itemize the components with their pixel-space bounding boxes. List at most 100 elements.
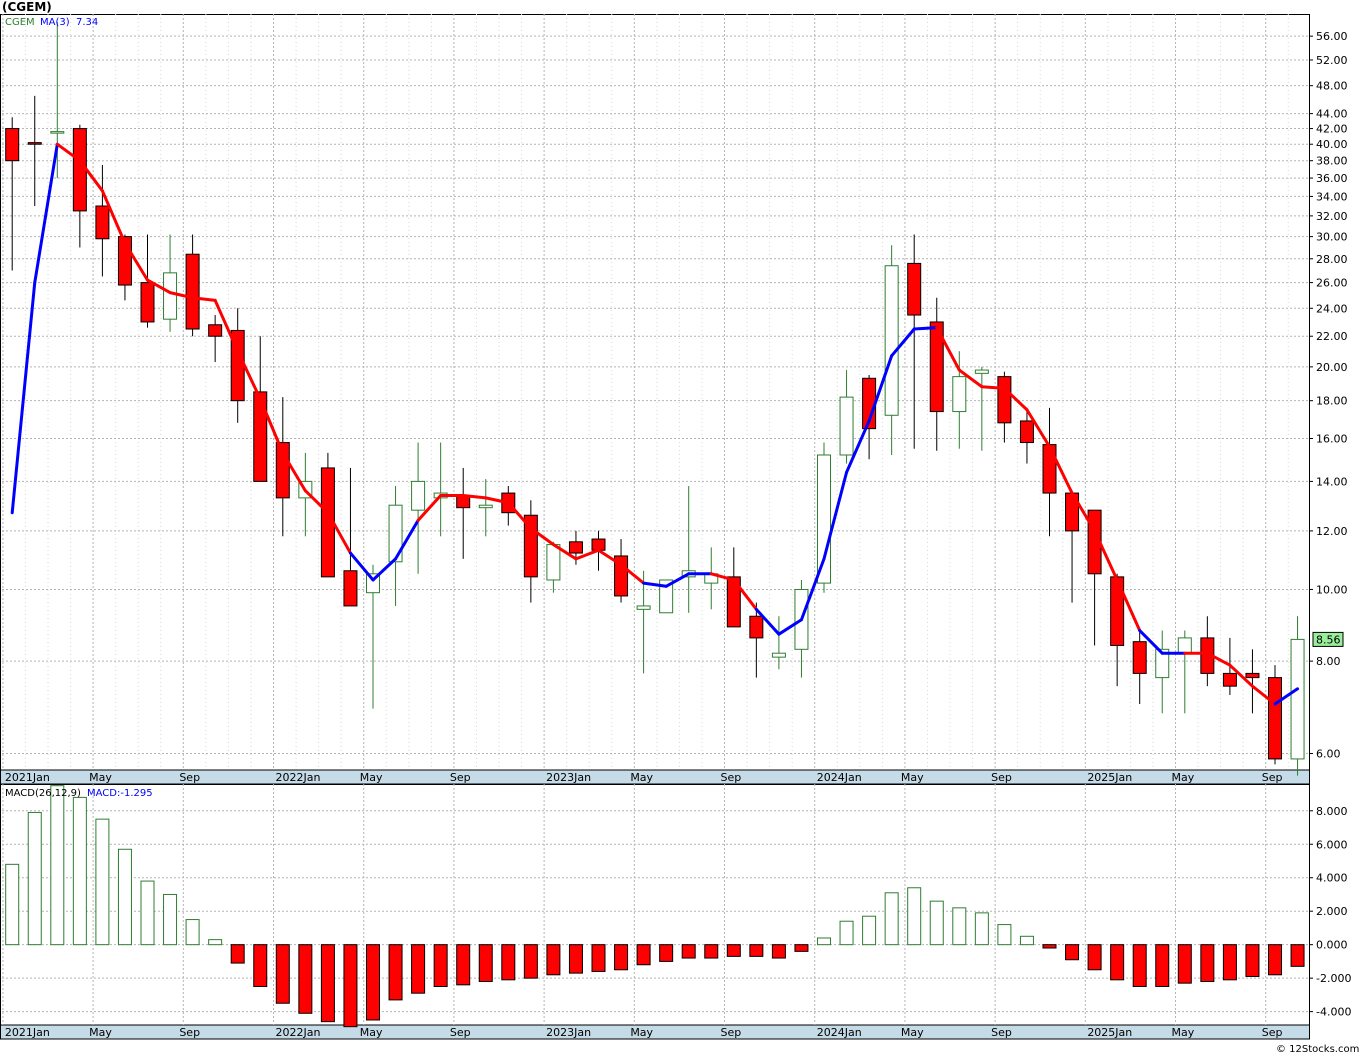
x-tick-label: Sep: [1262, 1026, 1283, 1039]
candle-body: [5, 128, 20, 162]
x-tick-label: May: [360, 771, 383, 784]
macd-bar: [523, 944, 538, 979]
x-tick-label: 2021Jan: [5, 771, 50, 784]
candle-body: [1132, 641, 1147, 674]
price-tick-label: 14.00: [1316, 475, 1348, 488]
stock-chart: 2021Jan 2021Jan May May Sep Sep 2022Jan 2022Jan…: [0, 0, 1360, 1056]
x-tick-label: May: [360, 1026, 383, 1039]
macd-bar: [1155, 944, 1170, 988]
x-tick-label: May: [1172, 1026, 1195, 1039]
macd-bar: [1042, 944, 1057, 949]
ma3-segment: [980, 385, 1006, 390]
macd-bar: [117, 848, 132, 946]
macd-legend-name: MACD(26,12,9): [5, 788, 81, 799]
ma3-segment: [912, 326, 939, 331]
candle-body: [546, 544, 561, 581]
candle-body: [636, 605, 651, 610]
candle-body: [343, 570, 358, 607]
macd-bar: [1245, 944, 1260, 977]
macd-bar: [1177, 944, 1192, 984]
macd-bar: [50, 785, 65, 946]
macd-tick-label: 4.000: [1316, 872, 1348, 885]
x-tick-label: Sep: [450, 771, 471, 784]
x-tick-label: 2025Jan: [1087, 1026, 1132, 1039]
macd-panel-frame: [0, 784, 1310, 1026]
macd-tick-label: 8.000: [1316, 805, 1348, 818]
macd-bar: [1222, 944, 1237, 981]
price-tick-label: 10.00: [1316, 583, 1348, 596]
price-tick-label: 8.00: [1316, 655, 1341, 668]
watermark: © 12Stocks.com: [1276, 1044, 1359, 1055]
x-tick-label: 2024Jan: [817, 771, 862, 784]
candle-body: [208, 324, 223, 337]
x-tick-label: May: [89, 771, 112, 784]
candle-body: [1290, 638, 1305, 760]
candle-body: [185, 253, 200, 330]
macd-bar: [208, 939, 223, 946]
macd-bar: [411, 944, 426, 994]
candle-body: [907, 262, 922, 316]
price-tick-label: 34.00: [1316, 190, 1348, 203]
x-tick-label: Sep: [721, 771, 742, 784]
macd-bar: [771, 944, 786, 959]
x-tick-label: May: [1172, 771, 1195, 784]
macd-bar: [456, 944, 471, 986]
price-panel-frame: [0, 14, 1310, 771]
macd-bar: [681, 944, 696, 959]
price-tick-label: 52.00: [1316, 54, 1348, 67]
macd-bar: [726, 944, 741, 957]
candle-body: [478, 504, 493, 509]
price-tick-label: 42.00: [1316, 123, 1348, 136]
macd-tick-label: 0.000: [1316, 939, 1348, 952]
candle-body: [997, 376, 1012, 424]
price-tick-label: 18.00: [1316, 395, 1348, 408]
macd-bar: [907, 887, 922, 946]
macd-bar: [320, 944, 335, 1023]
macd-bar: [614, 944, 629, 971]
macd-bar: [974, 912, 989, 946]
x-tick-label: May: [901, 1026, 924, 1039]
x-tick-label: 2022Jan: [276, 1026, 321, 1039]
candle-body: [1177, 637, 1192, 654]
candle-body: [72, 128, 87, 212]
candle-body: [1042, 444, 1057, 494]
x-tick-label: 2022Jan: [276, 771, 321, 784]
macd-bar: [366, 944, 380, 1021]
macd-bar: [1268, 944, 1282, 976]
macd-bar: [749, 944, 764, 957]
price-tick-label: 6.00: [1316, 748, 1341, 761]
price-tick-label: 32.00: [1316, 210, 1348, 223]
x-tick-label: Sep: [991, 771, 1012, 784]
macd-bar: [1110, 944, 1125, 981]
price-tick-label: 40.00: [1316, 138, 1348, 151]
macd-bar: [343, 944, 358, 1028]
candle-body: [1019, 420, 1034, 444]
macd-bar: [636, 944, 651, 966]
x-tick-label: 2025Jan: [1087, 771, 1132, 784]
x-tick-label: Sep: [721, 1026, 742, 1039]
chart-svg: 2021Jan 2021Jan May May Sep Sep 2022Jan 2022Jan…: [0, 14, 1359, 1055]
candle-body: [1268, 677, 1282, 760]
legend-ma: MA(3): [40, 17, 70, 28]
macd-bar: [1200, 944, 1215, 982]
macd-bar: [591, 944, 606, 972]
macd-bar: [163, 893, 178, 946]
macd-bar: [794, 944, 809, 952]
x-tick-label: May: [901, 771, 924, 784]
candle-body: [839, 396, 854, 456]
x-tick-label: Sep: [179, 1026, 200, 1039]
macd-bar: [1065, 944, 1080, 961]
x-tick-label: May: [630, 771, 653, 784]
macd-bar: [817, 937, 831, 946]
macd-bar: [253, 944, 268, 988]
price-tick-label: 44.00: [1316, 108, 1348, 121]
price-tick-label: 12.00: [1316, 525, 1348, 538]
macd-bar: [1087, 944, 1102, 971]
candle-body: [817, 454, 831, 584]
x-tick-label: Sep: [450, 1026, 471, 1039]
price-tick-label: 24.00: [1316, 302, 1348, 315]
macd-bar: [659, 944, 674, 962]
x-tick-label: 2023Jan: [546, 771, 591, 784]
macd-legend-value: MACD:-1.295: [87, 788, 153, 799]
macd-bar: [72, 796, 87, 946]
